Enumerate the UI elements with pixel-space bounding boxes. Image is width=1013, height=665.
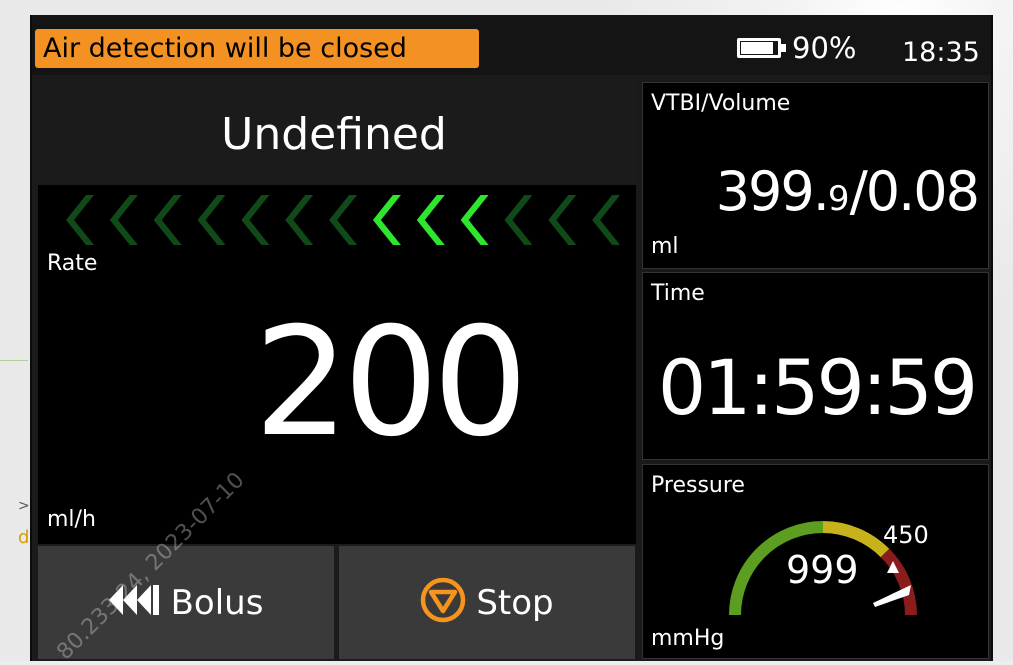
chevron-icon	[66, 195, 94, 245]
status-bar: Air detection will be closed 90% 18:35	[32, 15, 991, 75]
rewind-icon	[108, 585, 161, 620]
vtbi-value: 399.9/0.08	[715, 160, 980, 231]
edge-marks: > d	[0, 359, 30, 560]
pressure-value: 999	[786, 548, 859, 592]
chevron-icon	[460, 195, 489, 245]
battery-percent: 90%	[792, 31, 857, 65]
chevron-icon	[109, 195, 138, 245]
chevron-icon	[372, 195, 401, 245]
pressure-limit: 450	[883, 521, 929, 549]
time-card[interactable]: Time 01:59:59	[642, 272, 989, 460]
chevron-icon	[548, 195, 577, 245]
chevron-icon	[504, 195, 533, 245]
rate-label: Rate	[47, 251, 98, 276]
pressure-title: Pressure	[651, 473, 745, 498]
pressure-unit: mmHg	[651, 626, 725, 651]
time-title: Time	[651, 281, 705, 306]
stop-button-label: Stop	[476, 582, 554, 623]
alarm-banner[interactable]: Air detection will be closed	[35, 29, 479, 68]
flow-chevrons	[66, 195, 621, 245]
stop-icon	[420, 577, 466, 628]
clock: 18:35	[902, 37, 980, 68]
chevron-icon	[592, 195, 621, 245]
vtbi-unit: ml	[651, 234, 679, 259]
rate-panel[interactable]: Rate 200 ml/h	[38, 185, 636, 544]
bolus-button-label: Bolus	[170, 582, 264, 623]
chevron-icon	[285, 195, 314, 245]
chevron-icon	[197, 195, 226, 245]
rate-value[interactable]: 200	[238, 293, 538, 473]
rate-unit: ml/h	[47, 507, 96, 532]
svg-text:d: d	[18, 527, 29, 548]
vtbi-value-volume: /0.08	[849, 160, 980, 223]
stop-button[interactable]: Stop	[339, 546, 635, 659]
bolus-button[interactable]: Bolus	[38, 546, 334, 659]
time-value: 01:59:59	[657, 343, 978, 432]
drug-name[interactable]: Undefined	[32, 105, 636, 165]
chevron-icon	[241, 195, 270, 245]
vtbi-value-decimal: 9	[827, 179, 850, 219]
vtbi-value-main: 399.	[715, 160, 830, 223]
chevron-icon	[416, 195, 445, 245]
pressure-card[interactable]: Pressure 999 450 mmHg	[642, 464, 989, 659]
chevron-icon	[153, 195, 182, 245]
pump-screen: Air detection will be closed 90% 18:35 U…	[30, 15, 993, 661]
battery-icon	[737, 38, 787, 60]
svg-text:>: >	[18, 498, 30, 514]
vtbi-title: VTBI/Volume	[651, 91, 791, 116]
chevron-icon	[329, 195, 358, 245]
vtbi-card[interactable]: VTBI/Volume 399.9/0.08 ml	[642, 82, 989, 269]
